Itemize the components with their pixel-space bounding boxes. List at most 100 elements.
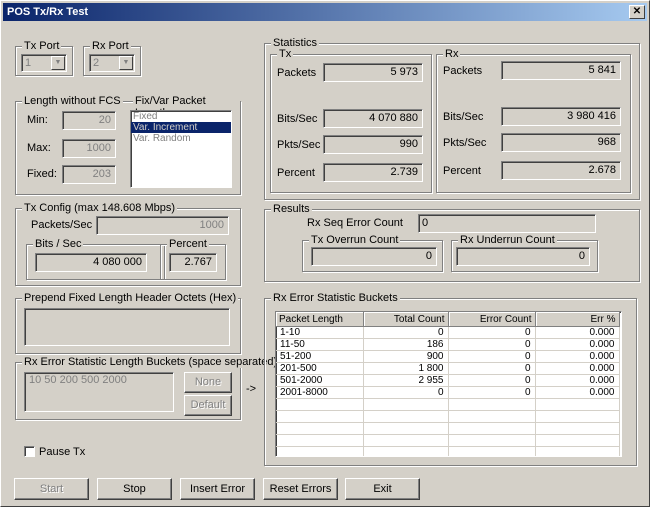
results-group: Results Rx Seq Error Count 0 Tx Overrun … [264, 203, 640, 282]
table-row-empty [276, 398, 620, 411]
tx-percent-label: Percent [167, 238, 209, 250]
cell-total-count: 0 [363, 326, 449, 339]
tx-percent-stat-value: 2.739 [323, 163, 423, 182]
cell-err-pct: 0.000 [535, 386, 620, 399]
tx-port-label: Tx Port [22, 40, 62, 52]
fixvar-listbox[interactable]: Fixed Var. Increment Var. Random [130, 110, 232, 188]
buckets-cfg-group: Rx Error Statistic Length Buckets (space… [15, 356, 280, 420]
buckets-field[interactable]: 10 50 200 500 2000 [24, 372, 174, 412]
cell-error-count: 0 [448, 386, 536, 399]
rx-bits-value: 3 980 416 [501, 107, 621, 126]
overrun-label: Tx Overrun Count [309, 234, 401, 246]
column-header-err-pct[interactable]: Err % [535, 312, 620, 327]
tx-stats-label: Tx [277, 48, 294, 60]
tx-bits-sec-label: Bits / Sec [33, 238, 84, 250]
prepend-field[interactable] [24, 308, 230, 346]
default-button[interactable]: Default [184, 395, 232, 416]
tx-packets-sec-field[interactable]: 1000 [96, 216, 229, 235]
cell-packet-length: 501-2000 [276, 374, 364, 387]
table-row[interactable]: 2001-8000 0 0 0.000 [276, 386, 620, 399]
pause-tx-checkbox[interactable] [24, 446, 35, 457]
cell-packet-length: 51-200 [276, 350, 364, 363]
fixvar-option-var-increment[interactable]: Var. Increment [131, 122, 231, 133]
column-header-error-count[interactable]: Error Count [448, 312, 536, 327]
overrun-value: 0 [311, 247, 437, 266]
length-group-label: Length without FCS [22, 95, 123, 107]
tx-config-label: Tx Config (max 148.608 Mbps) [22, 202, 178, 214]
none-button[interactable]: None [184, 372, 232, 393]
column-header-packet-length[interactable]: Packet Length [276, 312, 364, 327]
fixvar-option-var-random[interactable]: Var. Random [131, 133, 231, 144]
rx-percent-stat-value: 2.678 [501, 161, 621, 180]
start-button[interactable]: Start [14, 478, 89, 500]
fixed-field[interactable]: 203 [62, 165, 116, 184]
rx-packets-value: 5 841 [501, 61, 621, 80]
cell-err-pct: 0.000 [535, 362, 620, 375]
title-bar: POS Tx/Rx Test ✕ [3, 3, 647, 21]
column-header-total-count[interactable]: Total Count [363, 312, 449, 327]
statistics-group: Statistics Tx Packets 5 973 Bits/Sec 4 0… [264, 37, 640, 200]
stop-button[interactable]: Stop [97, 478, 172, 500]
rx-port-group: Rx Port 2 ▼ [83, 40, 141, 76]
cell-total-count: 0 [363, 386, 449, 399]
table-row[interactable]: 11-50 186 0 0.000 [276, 338, 620, 351]
cell-total-count: 186 [363, 338, 449, 351]
table-row[interactable]: 501-2000 2 955 0 0.000 [276, 374, 620, 387]
table-row[interactable]: 1-10 0 0 0.000 [276, 326, 620, 339]
min-field[interactable]: 20 [62, 111, 116, 130]
cell-total-count: 2 955 [363, 374, 449, 387]
rx-percent-stat-label: Percent [443, 165, 481, 177]
close-icon[interactable]: ✕ [629, 5, 645, 19]
chevron-down-icon[interactable]: ▼ [119, 56, 133, 70]
rx-port-label: Rx Port [90, 40, 131, 52]
cell-error-count: 0 [448, 350, 536, 363]
cell-err-pct: 0.000 [535, 326, 620, 339]
table-row[interactable]: 201-500 1 800 0 0.000 [276, 362, 620, 375]
cell-err-pct: 0.000 [535, 350, 620, 363]
rx-pkts-label: Pkts/Sec [443, 137, 487, 149]
cell-error-count: 0 [448, 338, 536, 351]
tx-port-select[interactable]: 1 ▼ [21, 54, 67, 72]
table-row-empty [276, 434, 620, 447]
tx-pkts-value: 990 [323, 135, 423, 154]
tx-packets-value: 5 973 [323, 63, 423, 82]
insert-error-button[interactable]: Insert Error [180, 478, 255, 500]
fixvar-option-fixed[interactable]: Fixed [131, 111, 231, 122]
cell-packet-length: 201-500 [276, 362, 364, 375]
prepend-group: Prepend Fixed Length Header Octets (Hex) [15, 292, 241, 354]
tx-stats-group: Tx Packets 5 973 Bits/Sec 4 070 880 Pkts… [270, 48, 432, 193]
table-row-empty [276, 410, 620, 423]
seq-error-label: Rx Seq Error Count [307, 217, 403, 229]
table-row[interactable]: 51-200 900 0 0.000 [276, 350, 620, 363]
underrun-label: Rx Underrun Count [458, 234, 557, 246]
main-window: POS Tx/Rx Test ✕ Tx Port 1 ▼ Rx Port 2 ▼… [0, 0, 650, 507]
rx-port-select[interactable]: 2 ▼ [89, 54, 135, 72]
tx-bits-value: 4 070 880 [323, 109, 423, 128]
table-header: Packet Length Total Count Error Count Er… [276, 312, 620, 327]
max-field[interactable]: 1000 [62, 139, 116, 158]
cell-total-count: 1 800 [363, 362, 449, 375]
cell-err-pct: 0.000 [535, 374, 620, 387]
table-row-empty [276, 446, 620, 456]
buckets-table-label: Rx Error Statistic Buckets [271, 292, 400, 304]
cell-packet-length: 2001-8000 [276, 386, 364, 399]
buckets-table-group: Rx Error Statistic Buckets Packet Length… [264, 292, 637, 466]
rx-stats-group: Rx Packets 5 841 Bits/Sec 3 980 416 Pkts… [436, 48, 631, 193]
rx-packets-label: Packets [443, 65, 483, 77]
arrow-indicator: -> [246, 383, 257, 395]
cell-packet-length: 1-10 [276, 326, 364, 339]
exit-button[interactable]: Exit [345, 478, 420, 500]
rx-port-value: 2 [93, 57, 100, 69]
underrun-group: Rx Underrun Count 0 [451, 234, 598, 272]
buckets-table[interactable]: Packet Length Total Count Error Count Er… [275, 311, 622, 457]
tx-port-group: Tx Port 1 ▼ [15, 40, 73, 76]
tx-bits-label: Bits/Sec [277, 113, 318, 125]
chevron-down-icon[interactable]: ▼ [51, 56, 65, 70]
buckets-cfg-label: Rx Error Statistic Length Buckets (space… [22, 356, 280, 368]
cell-error-count: 0 [448, 374, 536, 387]
overrun-group: Tx Overrun Count 0 [302, 234, 443, 272]
reset-errors-button[interactable]: Reset Errors [263, 478, 338, 500]
tx-config-group: Tx Config (max 148.608 Mbps) Packets/Sec… [15, 202, 241, 286]
prepend-label: Prepend Fixed Length Header Octets (Hex) [22, 292, 239, 304]
tx-packets-label: Packets [277, 67, 317, 79]
